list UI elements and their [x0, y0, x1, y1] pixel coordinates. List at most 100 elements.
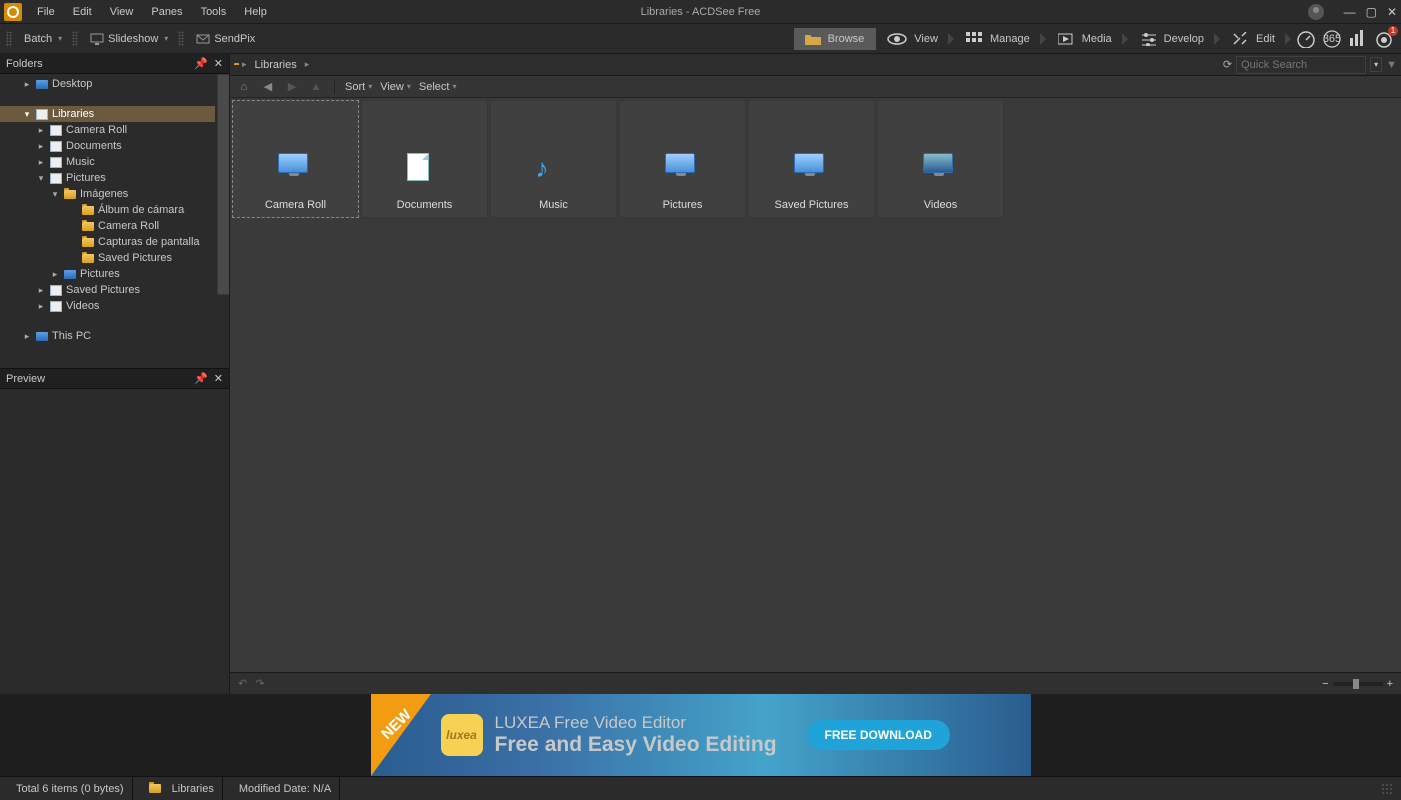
- tree-item[interactable]: ▸Pictures: [0, 266, 229, 282]
- close-button[interactable]: ✕: [1387, 5, 1397, 19]
- svg-text:365: 365: [1323, 33, 1341, 45]
- breadcrumb-chevron-icon[interactable]: ▸: [238, 59, 251, 70]
- tree-item[interactable]: Álbum de cámara: [0, 202, 229, 218]
- search-input[interactable]: [1236, 56, 1366, 74]
- left-panel: Folders 📌 ✕ ▸Desktop ▾Libraries ▸Camera …: [0, 54, 230, 694]
- status-bar: Total 6 items (0 bytes) Libraries Modifi…: [0, 776, 1401, 800]
- tree-item[interactable]: ▸Music: [0, 154, 229, 170]
- user-avatar-icon[interactable]: [1308, 4, 1324, 20]
- folder-tree: ▸Desktop ▾Libraries ▸Camera Roll ▸Docume…: [0, 74, 229, 369]
- back-icon[interactable]: ◀: [260, 80, 276, 93]
- resize-grip-icon[interactable]: [1381, 783, 1393, 795]
- thumbnail-grid: Camera Roll Documents ♪ Music Pictures S…: [230, 98, 1401, 672]
- folder-thumb[interactable]: Camera Roll: [232, 100, 359, 218]
- sliders-icon: [1140, 32, 1158, 46]
- filter-icon[interactable]: ▼: [1386, 59, 1397, 71]
- tree-item[interactable]: ▸Camera Roll: [0, 122, 229, 138]
- folder-thumb[interactable]: Videos: [877, 100, 1004, 218]
- tree-item[interactable]: ▾Pictures: [0, 170, 229, 186]
- ad-row: NEW luxea LUXEA Free Video Editor Free a…: [0, 694, 1401, 776]
- select-dropdown[interactable]: Select▾: [419, 81, 457, 93]
- tree-item[interactable]: ▾Imágenes: [0, 186, 229, 202]
- sendpix-icon: [196, 33, 210, 45]
- notification-badge: 1: [1388, 26, 1398, 36]
- thumb-label: Pictures: [663, 199, 703, 211]
- up-icon[interactable]: ▲: [308, 81, 324, 93]
- app-icon: [4, 3, 22, 21]
- preview-panel-header: Preview 📌 ✕: [0, 369, 229, 389]
- rotate-right-icon[interactable]: ↷: [255, 677, 264, 690]
- mode-browse[interactable]: Browse: [794, 28, 877, 50]
- stats-icon[interactable]: [1347, 28, 1369, 50]
- rotate-left-icon[interactable]: ↶: [238, 677, 247, 690]
- notifications-icon[interactable]: 1: [1373, 28, 1395, 50]
- menu-tools[interactable]: Tools: [192, 2, 236, 22]
- breadcrumb-item[interactable]: Libraries: [255, 59, 297, 71]
- tree-item[interactable]: Capturas de pantalla: [0, 234, 229, 250]
- mode-view[interactable]: View: [876, 28, 956, 50]
- tree-item-libraries[interactable]: ▾Libraries: [0, 106, 229, 122]
- toolbar-grip-icon: [72, 31, 78, 47]
- mode-develop[interactable]: Develop: [1130, 28, 1222, 50]
- menu-help[interactable]: Help: [235, 2, 276, 22]
- tree-scrollbar[interactable]: [215, 74, 229, 368]
- mode-media[interactable]: Media: [1048, 28, 1130, 50]
- ad-subhead: Free and Easy Video Editing: [495, 733, 777, 757]
- ad-banner[interactable]: NEW luxea LUXEA Free Video Editor Free a…: [371, 694, 1031, 776]
- content-area: ▸ Libraries ▸ ⟳ ▾ ▼ ⌂ ◀ ▶ ▲ Sort▾ View▾ …: [230, 54, 1401, 694]
- menu-file[interactable]: File: [28, 2, 64, 22]
- mode-manage[interactable]: Manage: [956, 28, 1048, 50]
- search-dropdown-icon[interactable]: ▾: [1370, 57, 1382, 72]
- tree-item[interactable]: ▸Documents: [0, 138, 229, 154]
- pin-icon[interactable]: 📌: [194, 372, 208, 385]
- zoom-slider[interactable]: [1333, 682, 1383, 686]
- refresh-icon[interactable]: ⟳: [1223, 58, 1232, 71]
- minimize-button[interactable]: —: [1344, 5, 1356, 19]
- grid-icon: [966, 32, 984, 46]
- maximize-button[interactable]: ▢: [1366, 5, 1377, 19]
- zoom-in-icon[interactable]: +: [1387, 678, 1393, 690]
- preview-panel: [0, 389, 229, 694]
- view-dropdown[interactable]: View▾: [380, 81, 411, 93]
- library-icon: [278, 153, 308, 173]
- tree-item[interactable]: Camera Roll: [0, 218, 229, 234]
- mode-edit[interactable]: Edit: [1222, 28, 1293, 50]
- menu-edit[interactable]: Edit: [64, 2, 101, 22]
- pin-icon[interactable]: 📌: [194, 57, 208, 70]
- ad-download-button[interactable]: FREE DOWNLOAD: [807, 720, 950, 750]
- menu-view[interactable]: View: [101, 2, 143, 22]
- slideshow-button[interactable]: Slideshow▾: [84, 31, 174, 47]
- document-icon: [407, 153, 429, 181]
- status-item-count: Total 6 items (0 bytes): [8, 777, 133, 800]
- breadcrumb-chevron-icon[interactable]: ▸: [301, 59, 314, 70]
- folder-thumb[interactable]: Saved Pictures: [748, 100, 875, 218]
- toolbar-grip-icon: [6, 31, 12, 47]
- status-location[interactable]: Libraries: [141, 777, 223, 800]
- folder-thumb[interactable]: ♪ Music: [490, 100, 617, 218]
- preview-panel-title: Preview: [6, 373, 45, 385]
- tree-item[interactable]: Saved Pictures: [0, 250, 229, 266]
- tree-item[interactable]: ▸Saved Pictures: [0, 282, 229, 298]
- folder-thumb[interactable]: Pictures: [619, 100, 746, 218]
- tree-item-desktop[interactable]: ▸Desktop: [0, 76, 229, 92]
- menu-panes[interactable]: Panes: [142, 2, 191, 22]
- 365-icon[interactable]: 365: [1321, 28, 1343, 50]
- slideshow-icon: [90, 33, 104, 45]
- dashboard-icon[interactable]: [1295, 28, 1317, 50]
- sort-dropdown[interactable]: Sort▾: [345, 81, 372, 93]
- ad-logo-icon: luxea: [441, 714, 483, 756]
- folder-thumb[interactable]: Documents: [361, 100, 488, 218]
- library-icon: [794, 153, 824, 173]
- close-panel-icon[interactable]: ✕: [214, 57, 223, 70]
- folders-panel-title: Folders: [6, 58, 43, 70]
- sendpix-button[interactable]: SendPix: [190, 31, 261, 47]
- tree-item[interactable]: ▸Videos: [0, 298, 229, 314]
- home-icon[interactable]: ⌂: [236, 81, 252, 93]
- eye-icon: [886, 32, 908, 46]
- zoom-out-icon[interactable]: −: [1322, 678, 1328, 690]
- tree-item-this-pc[interactable]: ▸This PC: [0, 328, 229, 344]
- secondary-toolbar: Batch▾ Slideshow▾ SendPix Browse View Ma…: [0, 24, 1401, 54]
- batch-button[interactable]: Batch▾: [18, 31, 68, 47]
- forward-icon[interactable]: ▶: [284, 80, 300, 93]
- close-panel-icon[interactable]: ✕: [214, 372, 223, 385]
